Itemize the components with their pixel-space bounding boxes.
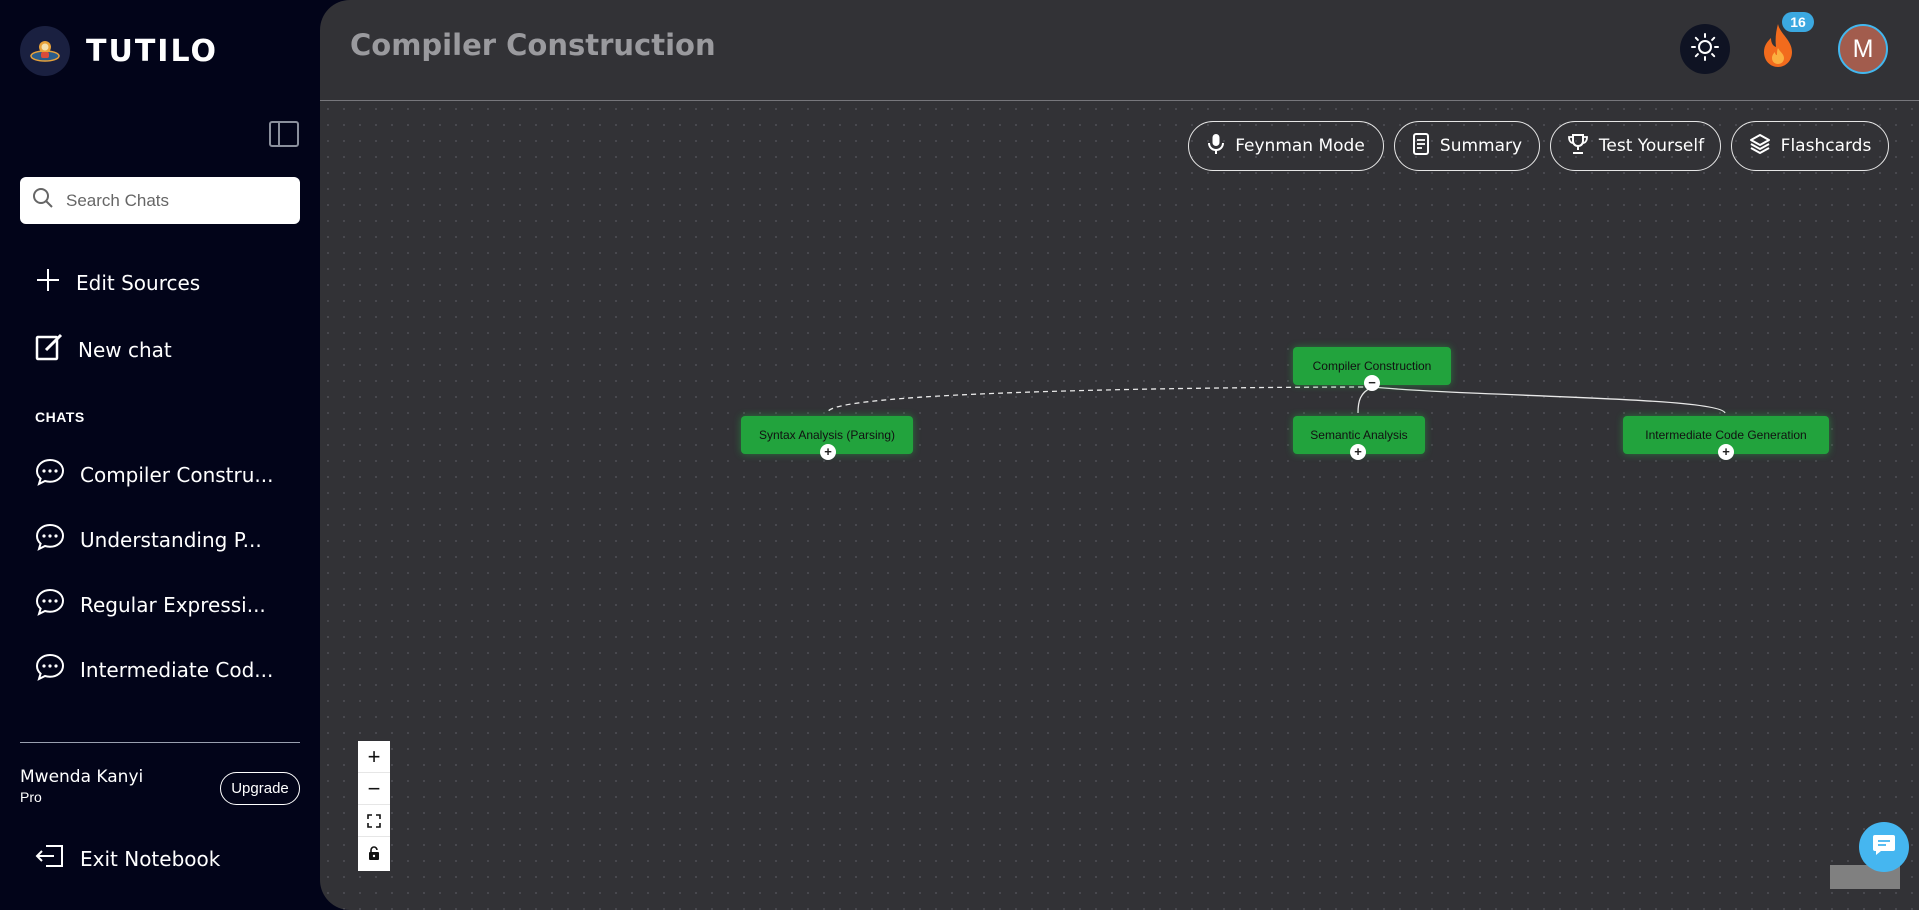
chat-bubble-icon (34, 522, 66, 557)
edit-icon (34, 332, 64, 367)
chat-item[interactable]: Intermediate Cod... (34, 652, 273, 687)
chat-item[interactable]: Regular Expressi... (34, 587, 266, 622)
flashcards-button[interactable]: Flashcards (1731, 121, 1889, 171)
trophy-icon (1567, 133, 1589, 160)
header-bar: Compiler Construction 16 M (320, 0, 1919, 101)
page-title: Compiler Construction (350, 28, 716, 62)
astronaut-logo-icon (20, 26, 70, 76)
lock-button[interactable] (358, 837, 390, 869)
fit-view-button[interactable] (358, 805, 390, 837)
chat-support-button[interactable] (1859, 822, 1909, 872)
chat-item-label: Understanding P... (80, 527, 262, 552)
sidebar-toggle-icon[interactable] (268, 120, 300, 148)
layers-icon (1749, 133, 1771, 160)
upgrade-button[interactable]: Upgrade (220, 772, 300, 805)
flashcards-label: Flashcards (1780, 136, 1872, 156)
chat-item-label: Compiler Constru... (80, 462, 274, 487)
fullscreen-icon (367, 808, 381, 834)
main-panel: Compiler Construction 16 M Feynman Mode … (320, 0, 1919, 910)
edit-sources-label: Edit Sources (76, 270, 201, 295)
document-icon (1412, 132, 1430, 160)
new-chat-label: New chat (78, 337, 172, 362)
lock-icon (368, 840, 380, 866)
collapse-node-button[interactable]: − (1364, 375, 1380, 391)
search-icon (32, 187, 54, 214)
expand-node-button[interactable]: + (1350, 444, 1366, 460)
expand-node-button[interactable]: + (820, 444, 836, 460)
streak-badge: 16 (1782, 12, 1814, 32)
chat-bubble-icon (34, 457, 66, 492)
test-yourself-button[interactable]: Test Yourself (1550, 121, 1721, 171)
search-chats[interactable] (20, 177, 300, 224)
edit-sources-button[interactable]: Edit Sources (34, 266, 200, 299)
summary-label: Summary (1439, 136, 1523, 156)
sidebar-divider (20, 742, 300, 743)
chat-bubble-icon (34, 587, 66, 622)
exit-icon (34, 842, 66, 875)
flame-icon (1756, 24, 1800, 74)
zoom-controls: + − (358, 741, 390, 871)
search-input[interactable] (64, 189, 288, 212)
mindmap-canvas[interactable] (320, 101, 1919, 910)
new-chat-button[interactable]: New chat (34, 332, 172, 367)
chat-item[interactable]: Understanding P... (34, 522, 262, 557)
sun-icon (1690, 32, 1720, 67)
brand[interactable]: TUTILO (20, 26, 218, 76)
theme-toggle-button[interactable] (1680, 24, 1730, 74)
zoom-out-button[interactable]: − (358, 773, 390, 805)
chat-bubble-icon (34, 652, 66, 687)
expand-node-button[interactable]: + (1718, 444, 1734, 460)
summary-button[interactable]: Summary (1394, 121, 1540, 171)
chat-item[interactable]: Compiler Constru... (34, 457, 274, 492)
exit-notebook-button[interactable]: Exit Notebook (34, 842, 220, 875)
user-plan: Pro (20, 789, 42, 805)
message-icon (1871, 832, 1897, 863)
plus-icon (34, 266, 62, 299)
feynman-mode-button[interactable]: Feynman Mode (1188, 121, 1384, 171)
chat-item-label: Intermediate Cod... (80, 657, 274, 682)
mindmap-edges (827, 386, 1726, 414)
chats-heading: CHATS (35, 409, 85, 425)
zoom-in-button[interactable]: + (358, 741, 390, 773)
brand-name: TUTILO (86, 33, 218, 69)
sidebar: TUTILO Edit Sources New chat CHATS Compi… (0, 0, 320, 910)
exit-notebook-label: Exit Notebook (80, 846, 221, 871)
microphone-icon (1207, 133, 1225, 160)
feynman-mode-label: Feynman Mode (1235, 136, 1365, 156)
test-yourself-label: Test Yourself (1598, 136, 1705, 156)
avatar[interactable]: M (1838, 24, 1888, 74)
chat-item-label: Regular Expressi... (80, 592, 266, 617)
user-name: Mwenda Kanyi (20, 767, 144, 787)
